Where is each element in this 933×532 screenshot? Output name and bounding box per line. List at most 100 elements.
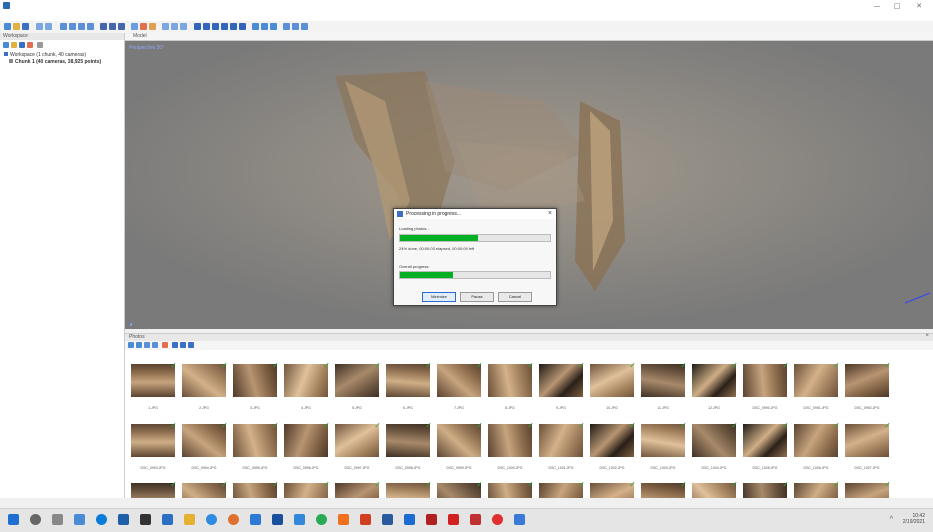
chrome-icon[interactable] xyxy=(492,514,503,525)
circle-select-icon[interactable] xyxy=(78,23,85,30)
pause-button[interactable]: Pause xyxy=(460,292,494,302)
new-icon[interactable] xyxy=(4,23,11,30)
photo-thumbnail[interactable]: ✓ xyxy=(743,361,789,397)
taskbar-app-14-icon[interactable] xyxy=(470,514,481,525)
photo-thumbnail[interactable]: ✓ xyxy=(386,361,432,397)
add-photos-icon[interactable] xyxy=(11,42,17,48)
taskbar-app-7-icon[interactable] xyxy=(272,514,283,525)
taskbar-app-2-icon[interactable] xyxy=(118,514,129,525)
rotate-object-icon[interactable] xyxy=(131,23,138,30)
photo-thumbnail[interactable]: ✓ xyxy=(743,421,789,457)
zoom-in-icon[interactable] xyxy=(162,23,169,30)
photo-thumbnail[interactable]: ✓ xyxy=(284,421,330,457)
add-chunk-icon[interactable] xyxy=(3,42,9,48)
photo-thumbnail[interactable]: ✓ xyxy=(488,480,534,498)
photo-thumbnail[interactable]: ✓ xyxy=(539,361,585,397)
photo-thumbnail[interactable]: ✓ xyxy=(539,421,585,457)
remove-items-icon[interactable] xyxy=(27,42,33,48)
photo-thumbnail[interactable]: ✓ xyxy=(182,421,228,457)
photo-thumbnail[interactable]: ✓ xyxy=(845,361,891,397)
store-icon[interactable] xyxy=(140,514,151,525)
dense-cloud-icon[interactable] xyxy=(203,23,210,30)
photo-thumbnail[interactable]: ✓ xyxy=(233,421,279,457)
navigation-icon[interactable] xyxy=(60,23,67,30)
point-cloud-icon[interactable] xyxy=(194,23,201,30)
dialog-close-icon[interactable]: × xyxy=(548,210,552,217)
tab-model[interactable]: Model xyxy=(133,33,147,39)
photo-thumbnail[interactable]: ✓ xyxy=(182,480,228,498)
photo-thumbnail[interactable]: ✓ xyxy=(488,361,534,397)
solid-icon[interactable] xyxy=(221,23,228,30)
photo-thumbnail[interactable]: ✓ xyxy=(590,480,636,498)
photo-thumbnail[interactable]: ✓ xyxy=(335,361,381,397)
open-icon[interactable] xyxy=(13,23,20,30)
taskbar-app-13-icon[interactable] xyxy=(426,514,437,525)
photo-thumbnail[interactable]: ✓ xyxy=(590,361,636,397)
photo-thumbnail[interactable]: ✓ xyxy=(539,480,585,498)
taskbar-app-12-icon[interactable] xyxy=(404,514,415,525)
acrobat-icon[interactable] xyxy=(448,514,459,525)
taskbar-app-1-icon[interactable] xyxy=(74,514,85,525)
photo-thumbnail[interactable]: ✓ xyxy=(437,480,483,498)
taskbar-app-8-icon[interactable] xyxy=(294,514,305,525)
taskbar-app-4-icon[interactable] xyxy=(206,514,217,525)
show-markers-icon[interactable] xyxy=(261,23,268,30)
minimize-dialog-button[interactable]: Minimize xyxy=(422,292,456,302)
search-icon[interactable] xyxy=(30,514,41,525)
photo-thumbnail[interactable]: ✓ xyxy=(131,421,177,457)
show-grid-icon[interactable] xyxy=(292,23,299,30)
photo-thumbnail[interactable]: ✓ xyxy=(794,361,840,397)
photo-thumbnail[interactable]: ✓ xyxy=(386,480,432,498)
file-explorer-icon[interactable] xyxy=(184,514,195,525)
photo-thumbnail[interactable]: ✓ xyxy=(845,480,891,498)
taskbar-app-5-icon[interactable] xyxy=(228,514,239,525)
delete-selection-icon[interactable] xyxy=(140,23,147,30)
taskbar-app-3-icon[interactable] xyxy=(162,514,173,525)
tree-item-workspace[interactable]: Workspace (1 chunk, 40 cameras) xyxy=(4,52,86,58)
taskbar-app-9-icon[interactable] xyxy=(316,514,327,525)
rotate-region-icon[interactable] xyxy=(118,23,125,30)
photo-thumbnail[interactable]: ✓ xyxy=(131,480,177,498)
tray-clock[interactable]: 10:42 2/19/2021 xyxy=(903,513,925,525)
photo-thumbnail[interactable]: ✓ xyxy=(845,421,891,457)
tree-item-chunk[interactable]: Chunk 1 (40 cameras, 38,925 points) xyxy=(9,59,101,65)
textured-icon[interactable] xyxy=(239,23,246,30)
add-folder-icon[interactable] xyxy=(19,42,25,48)
photo-thumbnail[interactable]: ✓ xyxy=(641,421,687,457)
remove-photo-icon[interactable] xyxy=(162,342,168,348)
taskbar-app-11-icon[interactable] xyxy=(360,514,371,525)
photos-close-icon[interactable]: × xyxy=(925,333,929,339)
photo-thumbnail[interactable]: ✓ xyxy=(488,421,534,457)
photo-thumbnail[interactable]: ✓ xyxy=(437,421,483,457)
photo-thumbnail[interactable]: ✓ xyxy=(692,361,738,397)
resize-region-icon[interactable] xyxy=(100,23,107,30)
task-view-icon[interactable] xyxy=(52,514,63,525)
workspace-tool-icon[interactable] xyxy=(37,42,43,48)
photo-thumbnail[interactable]: ✓ xyxy=(335,421,381,457)
photo-thumbnail[interactable]: ✓ xyxy=(284,480,330,498)
save-icon[interactable] xyxy=(22,23,29,30)
undo-icon[interactable] xyxy=(36,23,43,30)
cancel-button[interactable]: Cancel xyxy=(498,292,532,302)
photos-tool-5-icon[interactable] xyxy=(172,342,178,348)
photos-tool-4-icon[interactable] xyxy=(152,342,158,348)
rectangle-select-icon[interactable] xyxy=(69,23,76,30)
reset-view-icon[interactable] xyxy=(180,23,187,30)
photo-thumbnail[interactable]: ✓ xyxy=(335,480,381,498)
taskbar-app-10-icon[interactable] xyxy=(338,514,349,525)
move-region-icon[interactable] xyxy=(109,23,116,30)
photo-thumbnail[interactable]: ✓ xyxy=(182,361,228,397)
show-cameras-icon[interactable] xyxy=(252,23,259,30)
redo-icon[interactable] xyxy=(45,23,52,30)
edge-icon[interactable] xyxy=(96,514,107,525)
wireframe-icon[interactable] xyxy=(230,23,237,30)
photo-thumbnail[interactable]: ✓ xyxy=(437,361,483,397)
photos-view-mode-icon[interactable] xyxy=(188,342,194,348)
metashape-taskbar-icon[interactable] xyxy=(382,514,393,525)
photos-tool-2-icon[interactable] xyxy=(136,342,142,348)
photos-tool-3-icon[interactable] xyxy=(144,342,150,348)
photo-thumbnail[interactable]: ✓ xyxy=(743,480,789,498)
photos-tool-1-icon[interactable] xyxy=(128,342,134,348)
show-trackball-icon[interactable] xyxy=(283,23,290,30)
taskbar-app-6-icon[interactable] xyxy=(250,514,261,525)
